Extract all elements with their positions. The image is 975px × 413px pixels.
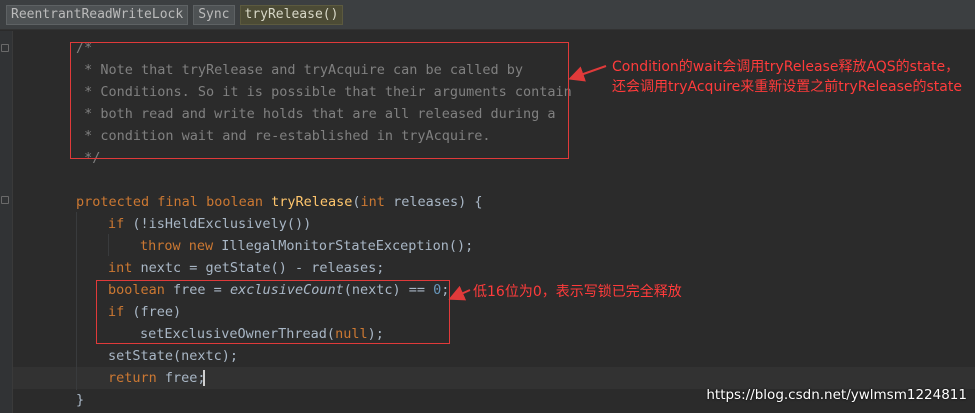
arrow-icon bbox=[448, 285, 471, 301]
watermark: https://blog.csdn.net/ywlmsm1224811 bbox=[706, 387, 967, 403]
arrow-icon bbox=[568, 65, 607, 82]
annotation-note-condition: Condition的wait会调用tryRelease释放AQS的state，还… bbox=[612, 59, 962, 95]
annotation-note-free: 低16位为0，表示写锁已完全释放 bbox=[473, 284, 682, 300]
